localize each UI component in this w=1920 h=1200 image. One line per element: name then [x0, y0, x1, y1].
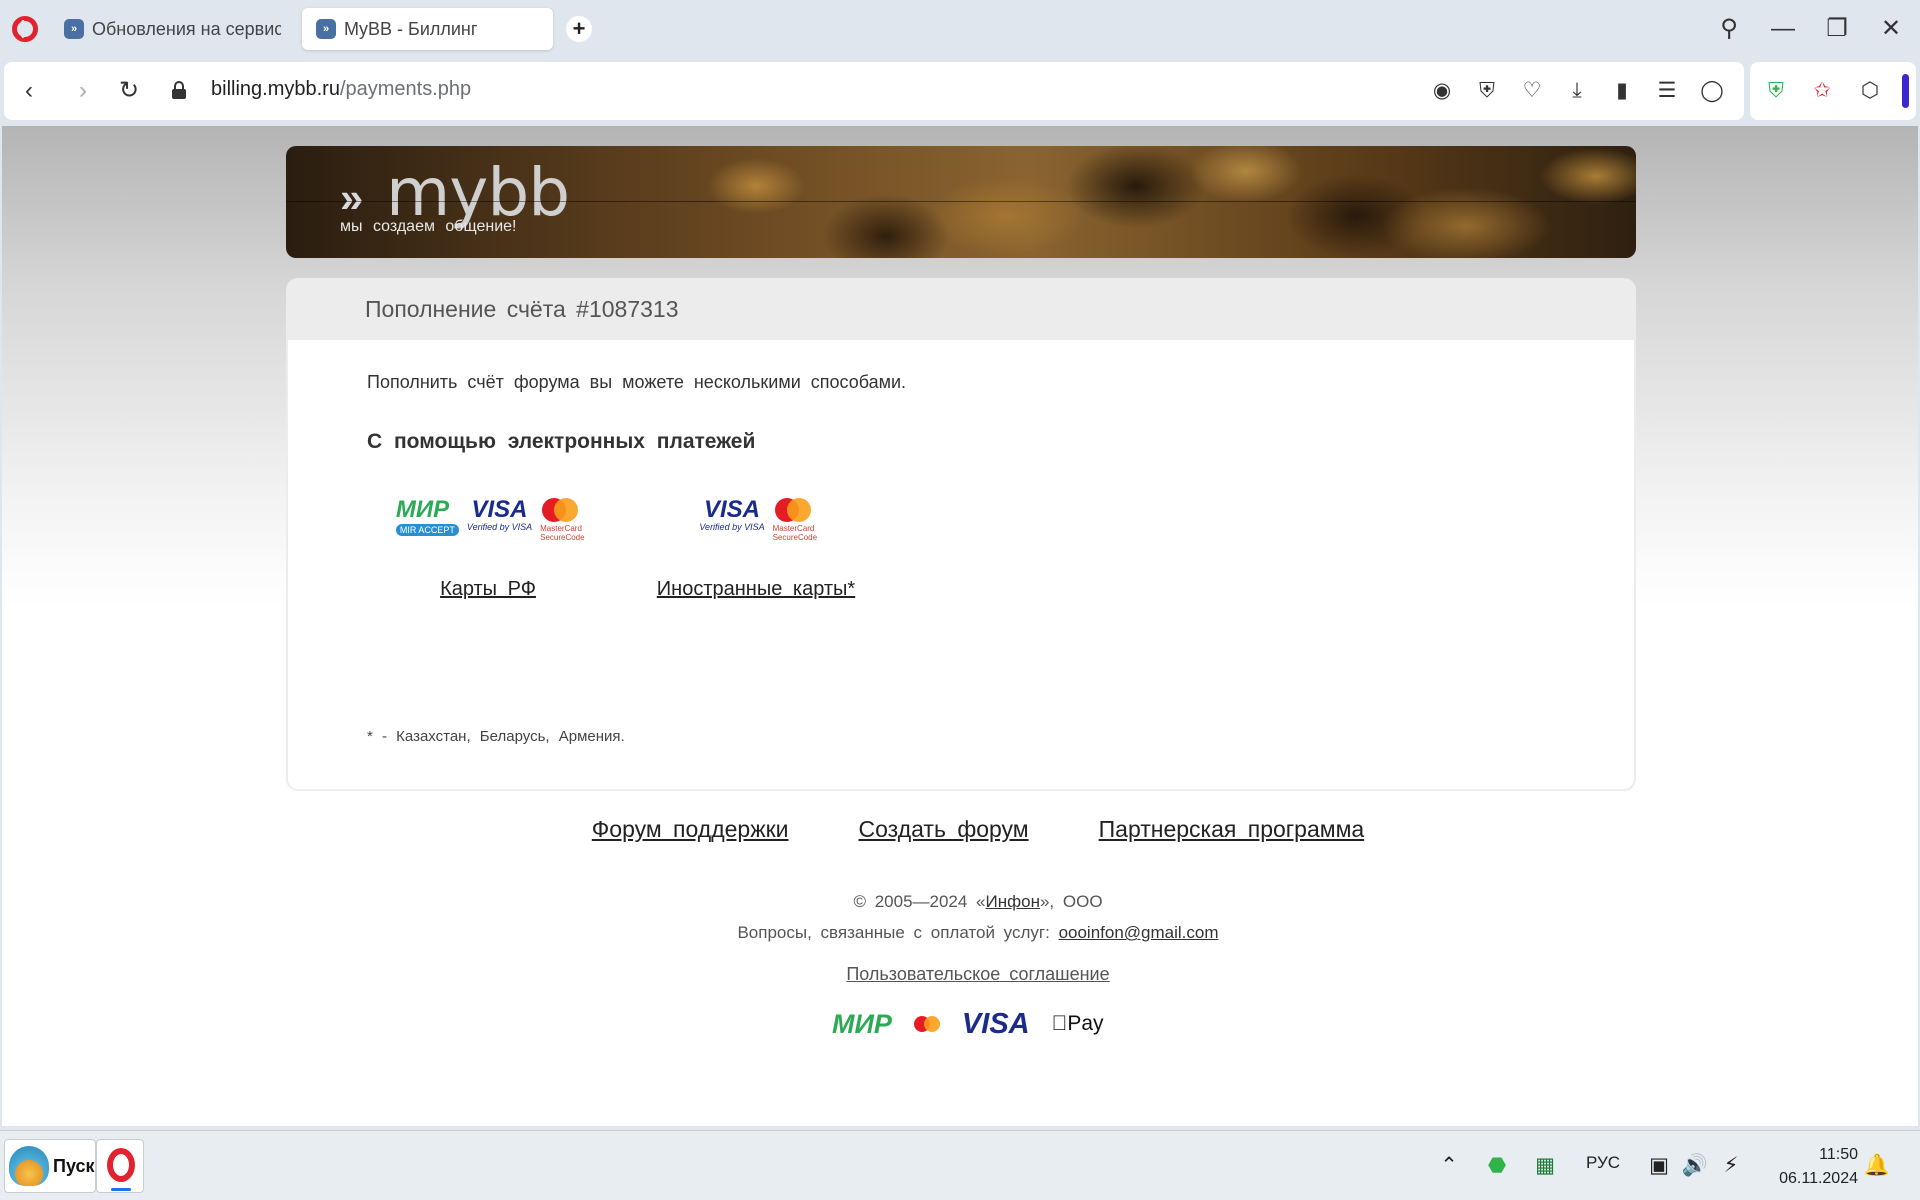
reload-button[interactable]: ↻ — [112, 74, 146, 108]
partner-program-link[interactable]: Партнерская программа — [1099, 816, 1365, 843]
footer-links: Форум поддержки Создать форум Партнерска… — [2, 816, 1918, 843]
minimize-button[interactable]: — — [1766, 12, 1800, 46]
active-indicator — [111, 1188, 131, 1191]
user-agreement-link[interactable]: Пользовательское соглашение — [846, 964, 1109, 984]
mir-logo-icon: МИР — [832, 1008, 892, 1039]
mybb-favicon-icon: » — [64, 19, 84, 39]
visa-logo-icon: VISA — [961, 1007, 1030, 1040]
kaspersky-icon[interactable]: ⬣ — [1482, 1151, 1512, 1181]
lock-icon[interactable] — [172, 81, 186, 99]
section-title: С помощью электронных платежей — [367, 430, 756, 453]
language-indicator[interactable]: РУС — [1586, 1153, 1620, 1173]
mastercard-logo-icon — [913, 1016, 940, 1032]
tray-chevron-up-icon[interactable]: ⌃ — [1434, 1151, 1464, 1181]
volume-icon[interactable]: 🔊 — [1680, 1151, 1710, 1181]
sidebar-accent[interactable] — [1902, 74, 1909, 108]
infon-link[interactable]: Инфон — [986, 892, 1040, 911]
address-field[interactable]: billing.mybb.ru/payments.php — [211, 78, 471, 101]
footnote: * - Казахстан, Беларусь, Армения. — [367, 728, 625, 745]
taskbar: Пуск ⌃ ⬣ ▦ РУС ▣ 🔊 ⚡ 11:50 06.11.2024 🔔 — [0, 1130, 1920, 1200]
url-host: billing.mybb.ru — [211, 78, 340, 100]
mybb-favicon-icon: » — [316, 19, 336, 39]
clock-date: 06.11.2024 — [1779, 1170, 1858, 1187]
snapshot-icon[interactable]: ◉ — [1426, 75, 1458, 107]
page-title: Пополнение счёта #1087313 — [288, 280, 1634, 340]
battery-saver-icon[interactable]: ▮ — [1606, 75, 1638, 107]
mastercard-logo-icon: MasterCard SecureCode — [773, 498, 817, 542]
network-icon[interactable]: ▣ — [1644, 1151, 1674, 1181]
copyright: © 2005—2024 «Инфон», ООО — [853, 892, 1103, 911]
create-forum-link[interactable]: Создать форум — [859, 816, 1029, 843]
url-path: /payments.php — [339, 78, 472, 100]
downloads-icon[interactable]: ⤓ — [1561, 75, 1593, 107]
support-forum-link[interactable]: Форум поддержки — [592, 816, 789, 843]
vpn-shield-icon[interactable]: ⛨ — [1760, 75, 1792, 107]
rf-cards-link[interactable]: Карты РФ — [388, 578, 588, 601]
lead-text: Пополнить счёт форума вы можете нескольк… — [367, 372, 907, 392]
opera-menu-icon[interactable] — [12, 16, 38, 42]
search-tabs-icon[interactable]: ⚲ — [1712, 12, 1746, 46]
opera-icon — [107, 1148, 135, 1182]
new-tab-button[interactable]: + — [566, 16, 592, 42]
start-button[interactable]: Пуск — [4, 1139, 96, 1193]
tab-updates[interactable]: » Обновления на сервисе — [50, 8, 295, 50]
bookmark-heart-icon[interactable]: ♡ — [1516, 75, 1548, 107]
page-viewport: » mybb мы создаем общение! Пополнение сч… — [2, 126, 1918, 1126]
mir-logo-icon: МИР MIR ACCEPT — [395, 498, 459, 536]
site-banner[interactable]: » mybb мы создаем общение! — [286, 146, 1636, 258]
extensions-cube-icon[interactable]: ⬡ — [1854, 75, 1886, 107]
visa-logo-icon: VISA Verified by VISA — [466, 496, 533, 533]
apple-pay-logo-icon: Pay — [1051, 1012, 1104, 1035]
payment-option-foreign: VISA Verified by VISA MasterCard SecureCo… — [646, 498, 866, 608]
foreign-cards-link[interactable]: Иностранные карты* — [646, 578, 866, 601]
tab-title: Обновления на сервисе — [92, 18, 281, 39]
wireless-extension-icon[interactable]: ✩ — [1806, 75, 1838, 107]
restore-button[interactable]: ❐ — [1820, 12, 1854, 46]
notifications-bell-icon[interactable]: 🔔 — [1862, 1151, 1892, 1181]
card-logos: МИР MIR ACCEPT VISA Verified by VISA Maste… — [388, 498, 588, 548]
visa-logo-icon: VISA Verified by VISA — [699, 496, 765, 533]
taskbar-opera-button[interactable] — [96, 1139, 144, 1193]
tab-title: MyBB - Биллинг — [344, 18, 478, 39]
payment-systems-logos: МИР VISA Pay — [832, 1006, 1104, 1042]
logo-mark: » — [340, 174, 363, 221]
battery-icon[interactable]: ⚡ — [1716, 1151, 1746, 1181]
adblock-icon[interactable]: ⛨ — [1471, 75, 1503, 107]
start-label: Пуск — [53, 1155, 95, 1176]
tray-app-icon[interactable]: ▦ — [1530, 1151, 1560, 1181]
payment-panel: Пополнение счёта #1087313 Пополнить счёт… — [286, 278, 1636, 791]
mastercard-logo-icon: MasterCard SecureCode — [540, 498, 585, 542]
account-icon[interactable]: ◯ — [1696, 75, 1728, 107]
back-button[interactable]: ‹ — [12, 74, 46, 108]
clock-time: 11:50 — [1819, 1146, 1858, 1163]
card-logos: VISA Verified by VISA MasterCard SecureCo… — [646, 498, 866, 548]
user-agreement: Пользовательское соглашение — [2, 964, 1918, 985]
tab-billing[interactable]: » MyBB - Биллинг — [302, 8, 553, 50]
tab-strip: » Обновления на сервисе » MyBB - Биллинг… — [0, 0, 1920, 58]
extensions-bar: ⛨ ✩ ⬡ — [1750, 62, 1916, 120]
payment-option-rf: МИР MIR ACCEPT VISA Verified by VISA Maste… — [388, 498, 588, 608]
forward-button[interactable]: › — [66, 74, 100, 108]
payment-questions: Вопросы, связанные с оплатой услуг: oooi… — [737, 923, 1219, 942]
easy-setup-icon[interactable]: ☰ — [1651, 75, 1683, 107]
logo-slogan: мы создаем общение! — [340, 218, 517, 235]
clock[interactable]: 11:50 06.11.2024 — [1762, 1143, 1858, 1191]
navigation-bar: ‹ › ↻ billing.mybb.ru/payments.php ◉ ⛨ ♡… — [4, 62, 1744, 120]
support-email-link[interactable]: oooinfon@gmail.com — [1059, 923, 1219, 942]
close-window-button[interactable]: ✕ — [1874, 12, 1908, 46]
shell-logo-icon — [9, 1146, 49, 1186]
